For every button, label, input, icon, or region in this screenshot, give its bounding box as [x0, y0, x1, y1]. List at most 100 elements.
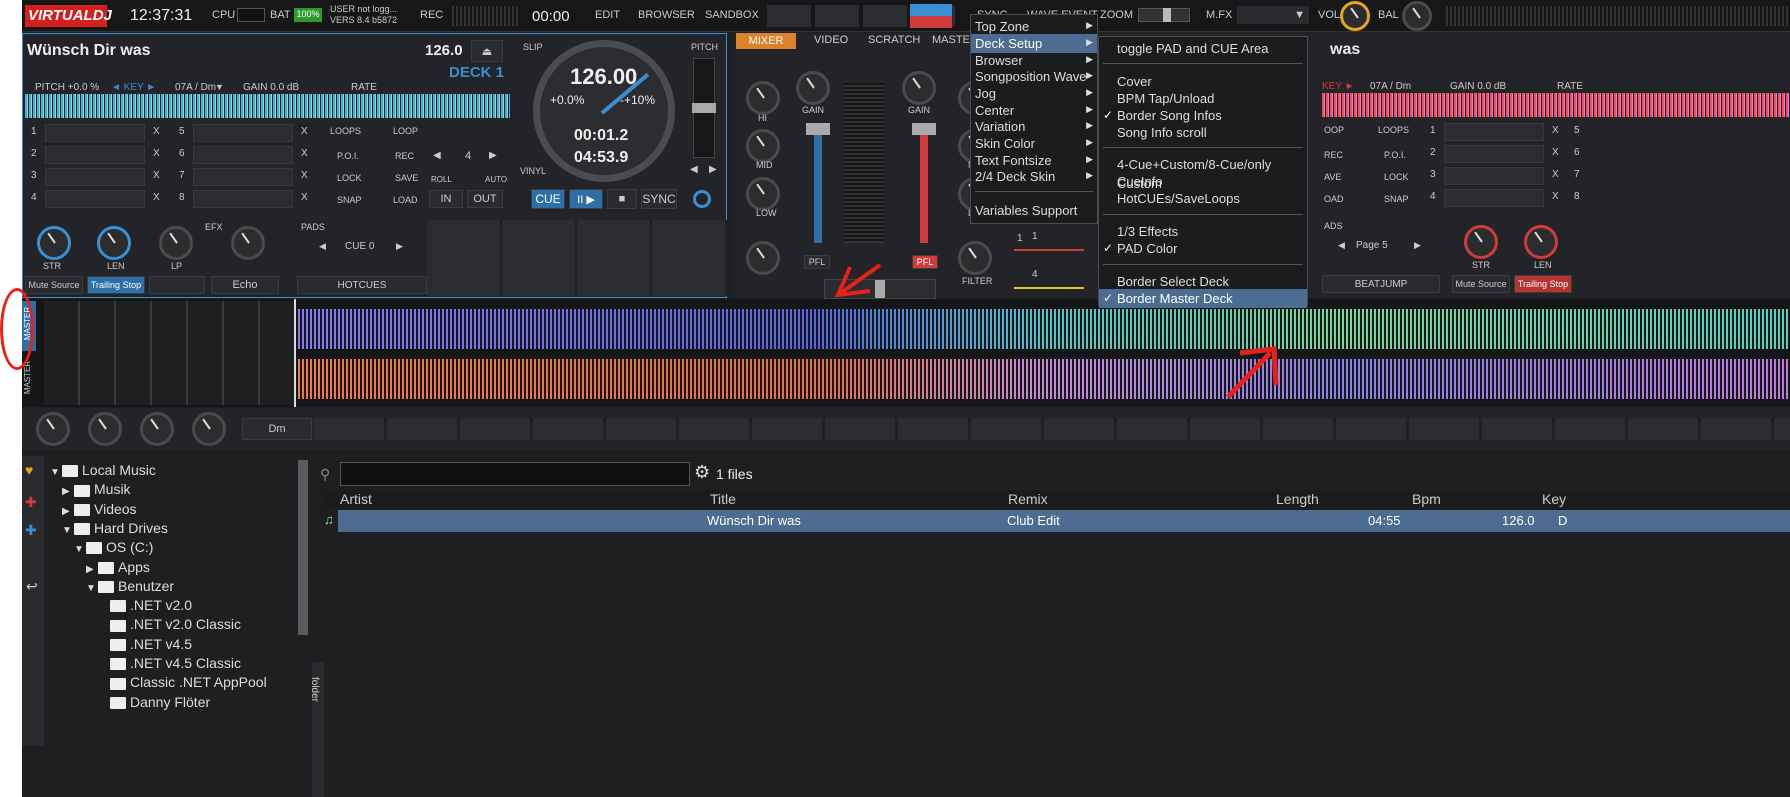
master-target-icon[interactable] — [693, 190, 711, 208]
tab-scratch[interactable]: SCRATCH — [868, 34, 920, 46]
tree-expand-icon[interactable]: ▼ — [74, 544, 86, 555]
tree-item[interactable]: ▼ Hard Drives — [62, 520, 168, 536]
deck2-load[interactable]: OAD — [1324, 194, 1344, 204]
pitch-nudge-left-icon[interactable]: ◀ — [690, 164, 698, 175]
menu-item[interactable]: 2/4 Deck Skin — [971, 167, 1097, 186]
loop-size-right-icon[interactable]: ▶ — [489, 150, 497, 161]
pad-page-left-icon[interactable]: ◀ — [319, 241, 326, 252]
col-key[interactable]: Key — [1542, 491, 1566, 507]
filter-knob-left[interactable] — [746, 241, 780, 275]
trailing-stop-button[interactable]: Trailing Stop — [87, 276, 145, 294]
submenu-item[interactable]: Song Info scroll — [1099, 123, 1307, 142]
lock-label[interactable]: LOCK — [337, 173, 362, 183]
loop-save-button[interactable]: SAVE — [395, 173, 418, 183]
user-info[interactable]: USER not logg... — [330, 4, 397, 14]
hotcue-delete-button[interactable]: X — [153, 192, 160, 203]
gear-icon[interactable]: ⚙ — [694, 462, 710, 483]
hotcue-delete-button[interactable]: X — [153, 170, 160, 181]
submenu-item[interactable]: Border Master Deck — [1099, 289, 1307, 308]
deck2-lock[interactable]: LOCK — [1384, 172, 1409, 182]
col-artist[interactable]: Artist — [340, 491, 372, 507]
deck2-len-knob[interactable] — [1524, 225, 1558, 259]
submenu-item[interactable]: toggle PAD and CUE Area — [1099, 39, 1307, 58]
deck2-mini-waveform[interactable] — [1322, 93, 1790, 117]
auto-label[interactable]: AUTO — [485, 175, 507, 184]
tree-item[interactable]: .NET v2.0 Classic — [98, 616, 241, 632]
sync-button[interactable]: SYNC — [641, 189, 677, 209]
table-row[interactable]: ♫ Wünsch Dir was Club Edit 04:55 126.0 D — [322, 510, 1790, 532]
deck2-hotcue-delete[interactable]: X — [1552, 169, 1559, 180]
hotcue-delete-button[interactable]: X — [301, 192, 308, 203]
col-remix[interactable]: Remix — [1008, 491, 1048, 507]
key-dropdown-icon[interactable]: ▼ — [215, 82, 224, 92]
pitch-slider[interactable] — [692, 58, 716, 158]
submenu-item[interactable]: PAD Color — [1099, 239, 1307, 258]
col-bpm[interactable]: Bpm — [1412, 491, 1441, 507]
low-knob-left[interactable] — [746, 177, 780, 211]
zoom-slider[interactable] — [1138, 8, 1190, 22]
tree-item[interactable]: Classic .NET AppPool — [98, 674, 267, 690]
mini-waveform[interactable] — [25, 94, 510, 118]
tree-expand-icon[interactable]: ▶ — [62, 486, 74, 497]
hotcue-delete-button[interactable]: X — [301, 148, 308, 159]
deck2-pad-page-right-icon[interactable]: ▶ — [1414, 240, 1421, 251]
mute-source-button[interactable]: Mute Source — [25, 276, 83, 294]
tree-expand-icon[interactable]: ▶ — [86, 564, 98, 575]
hotcue-slot[interactable] — [193, 124, 293, 142]
tree-expand-icon[interactable]: ▼ — [62, 525, 74, 536]
tree-item[interactable]: ▶ Videos — [62, 501, 137, 517]
deck2-pad-mode[interactable]: BEATJUMP — [1322, 275, 1440, 293]
hi-knob-left[interactable] — [746, 81, 780, 115]
poi-label[interactable]: P.O.I. — [337, 151, 359, 161]
tab-video[interactable]: VIDEO — [814, 34, 848, 46]
tree-item[interactable]: ▶ Musik — [62, 481, 131, 497]
hotcue-slot[interactable] — [193, 146, 293, 164]
stop-button[interactable]: ■ — [607, 189, 637, 209]
tree-item[interactable]: ▼ OS (C:) — [74, 539, 153, 555]
effect-lp-knob[interactable] — [159, 226, 193, 260]
vinyl-label[interactable]: VINYL — [520, 166, 546, 176]
add-favorite-icon[interactable]: ♥ — [25, 462, 33, 478]
pad-page-right-icon[interactable]: ▶ — [396, 241, 403, 252]
sampler-knob-2[interactable] — [88, 412, 122, 446]
roll-label[interactable]: ROLL — [431, 175, 452, 184]
edit-button[interactable]: EDIT — [595, 9, 620, 21]
hotcue-delete-button[interactable]: X — [153, 148, 160, 159]
sampler-knob-4[interactable] — [192, 412, 226, 446]
deck2-snap[interactable]: SNAP — [1384, 194, 1409, 204]
deck2-trailing-stop[interactable]: Trailing Stop — [1514, 275, 1572, 293]
deck2-rec[interactable]: REC — [1324, 150, 1343, 160]
loop-rec-button[interactable]: REC — [395, 151, 414, 161]
pfl-right-button[interactable]: PFL — [912, 255, 938, 269]
sandbox-button[interactable]: SANDBOX — [705, 9, 759, 21]
layout-logo-icon[interactable] — [910, 4, 952, 28]
deck2-hotcue-delete[interactable]: X — [1552, 147, 1559, 158]
volume-knob[interactable] — [1340, 1, 1370, 31]
balance-knob[interactable] — [1402, 1, 1432, 31]
pad-mode-select[interactable]: HOTCUES — [297, 276, 427, 294]
col-length[interactable]: Length — [1276, 491, 1319, 507]
loop-load-button[interactable]: LOAD — [393, 195, 418, 205]
filter-icon[interactable]: ✚ — [25, 494, 37, 511]
loop-out-button[interactable]: OUT — [467, 190, 503, 208]
tree-scrollbar[interactable] — [298, 460, 308, 635]
tree-item[interactable]: ▼ Benutzer — [86, 578, 174, 594]
tree-item[interactable]: ▼ Local Music — [50, 462, 156, 478]
tree-item[interactable]: Danny Flöter — [98, 694, 210, 710]
loop-size-left-icon[interactable]: ◀ — [433, 150, 441, 161]
back-icon[interactable]: ↩ — [26, 578, 38, 595]
hotcue-slot[interactable] — [45, 146, 145, 164]
effect-len-knob[interactable] — [97, 226, 131, 260]
hotcue-slot[interactable] — [45, 168, 145, 186]
sampler-knob-1[interactable] — [36, 412, 70, 446]
key-cell[interactable]: Dm — [242, 418, 312, 440]
deck2-hotcue-slot[interactable] — [1444, 145, 1544, 163]
waveform-area[interactable]: MASTER MASTER — [22, 299, 1790, 407]
effect-str-knob[interactable] — [37, 226, 71, 260]
sampler-slots[interactable] — [314, 418, 1790, 440]
key-arrows[interactable]: ◄ KEY ► — [111, 82, 156, 93]
tree-expand-icon[interactable]: ▼ — [86, 583, 98, 594]
effect-knob-4[interactable] — [231, 226, 265, 260]
tree-item[interactable]: .NET v4.5 — [98, 636, 192, 652]
play-pause-button[interactable]: II ▶ — [569, 189, 603, 209]
